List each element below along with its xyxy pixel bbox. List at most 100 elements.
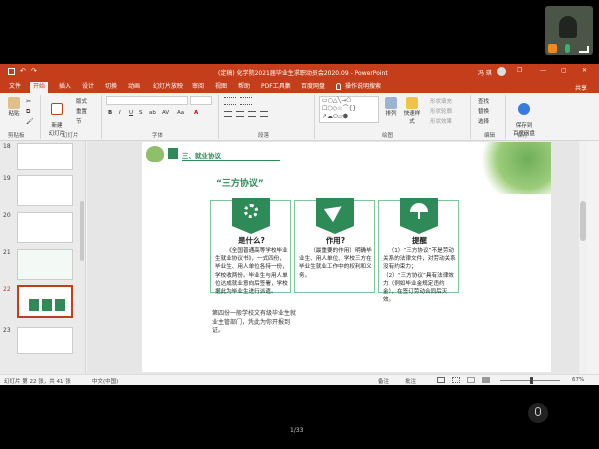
section-button[interactable]: 节	[76, 117, 82, 125]
notes-button[interactable]: 备注	[378, 377, 389, 385]
arrange-button[interactable]: 排列	[384, 97, 398, 117]
align-center-button[interactable]	[236, 111, 244, 117]
powerpoint-window: ↶ ↷ (定稿) 化学院2021届毕业生求职动员会2020.09 - Power…	[0, 64, 599, 385]
language-indicator[interactable]: 中文(中国)	[92, 377, 118, 385]
mic-icon[interactable]	[565, 44, 570, 53]
cut-icon[interactable]: ✂	[26, 98, 31, 105]
copy-icon[interactable]: ⧉	[26, 108, 30, 116]
slide-thumbnail[interactable]	[17, 175, 73, 206]
undo-icon[interactable]: ↶	[20, 67, 26, 75]
font-size-select[interactable]	[190, 96, 212, 105]
comments-button[interactable]: 批注	[405, 377, 416, 385]
tab-transitions[interactable]: 切换	[102, 82, 120, 93]
tell-me-search[interactable]: 操作说明搜索	[342, 82, 384, 93]
paste-button[interactable]: 粘贴	[6, 97, 22, 117]
thumb-number: 23	[3, 327, 11, 334]
shape-outline-button[interactable]: 形状轮廓	[430, 107, 452, 115]
tab-home[interactable]: 开始	[30, 82, 49, 93]
flower-decoration	[146, 146, 164, 162]
clipboard-group-label: 剪贴板	[8, 133, 25, 139]
zoom-slider-thumb[interactable]	[530, 377, 533, 384]
shapes-gallery[interactable]: ▭○△╲→⬠ ☐⬡◇☆⌒{} ↗☁⬭▱⬢	[319, 96, 379, 123]
slide-22[interactable]: 三、就业协议 “三方协议” 是什么? 《全国普通高等学校毕业生就业协议书》，一式…	[142, 142, 551, 372]
shape-fill-button[interactable]: 形状填充	[430, 97, 452, 105]
redo-icon[interactable]: ↷	[31, 67, 37, 75]
tab-insert[interactable]: 插入	[56, 82, 74, 93]
char-spacing-button[interactable]: AV	[162, 110, 169, 116]
tab-help[interactable]: 帮助	[235, 82, 253, 93]
tab-slideshow[interactable]: 幻灯片放映	[150, 82, 186, 93]
card-body: （最重要的作用）明确毕业生、用人单位、学校三方在毕业生就业工作中的权利和义务。	[299, 248, 372, 279]
slide-thumbnail-selected[interactable]	[17, 285, 73, 318]
layout-button[interactable]: 版式	[76, 97, 87, 105]
strikethrough-button[interactable]: S	[139, 110, 143, 116]
tab-view[interactable]: 视图	[212, 82, 230, 93]
bullets-button[interactable]	[224, 97, 236, 105]
mic-status-icon[interactable]	[548, 44, 557, 53]
tab-file[interactable]: 文件	[6, 82, 24, 93]
slide-thumbnail[interactable]	[17, 249, 73, 280]
zoom-level[interactable]: 67%	[572, 377, 584, 383]
underline-button[interactable]: U	[129, 110, 133, 116]
vertical-scrollbar[interactable]	[579, 141, 587, 374]
align-left-button[interactable]	[224, 111, 232, 117]
drawing-group-label: 绘图	[382, 133, 394, 139]
scroll-thumb[interactable]	[580, 201, 586, 241]
numbering-button[interactable]	[240, 97, 252, 105]
format-painter-icon[interactable]: 🖌	[26, 118, 34, 125]
quick-styles-icon	[406, 97, 418, 109]
webcam-preview[interactable]	[545, 6, 593, 55]
close-button[interactable]: ✕	[582, 67, 587, 74]
justify-button[interactable]	[260, 111, 268, 117]
paste-icon	[8, 97, 20, 109]
paste-label: 粘贴	[8, 111, 20, 117]
avatar[interactable]	[497, 67, 506, 76]
slide-thumbnail[interactable]	[17, 143, 73, 170]
window-title: (定稿) 化学院2021届毕业生求职动员会2020.09 - PowerPoin…	[218, 70, 388, 77]
quick-styles-button[interactable]: 快速样式	[402, 97, 422, 125]
italic-button[interactable]: I	[119, 110, 121, 116]
bold-button[interactable]: B	[108, 110, 112, 116]
tab-design[interactable]: 设计	[79, 82, 97, 93]
font-name-select[interactable]	[106, 96, 188, 105]
minimize-button[interactable]: —	[540, 67, 546, 74]
shape-effects-button[interactable]: 形状效果	[430, 117, 452, 125]
select-button[interactable]: 选择	[478, 117, 489, 125]
share-button[interactable]: 共享	[575, 83, 587, 92]
change-case-button[interactable]: Aa	[177, 110, 184, 116]
microphone-muted-icon	[535, 407, 541, 416]
thumb-card	[55, 299, 65, 311]
paper-plane-icon	[323, 199, 347, 223]
sorter-view-icon[interactable]	[452, 377, 460, 383]
save-icon[interactable]	[8, 68, 15, 75]
tab-review[interactable]: 审阅	[189, 82, 207, 93]
tab-animations[interactable]: 动画	[125, 82, 143, 93]
reset-button[interactable]: 重置	[76, 107, 87, 115]
thumbnail-scrollbar[interactable]	[80, 201, 84, 261]
normal-view-icon[interactable]	[437, 377, 445, 383]
thumb-number: 20	[3, 212, 11, 219]
slide-thumbnail-pane: 18 19 20 21 22 23	[0, 141, 86, 374]
mute-button[interactable]	[528, 403, 548, 423]
slide-thumbnail[interactable]	[17, 212, 73, 243]
thumb-number: 19	[3, 175, 11, 182]
status-bar: 幻灯片 第 22 张，共 41 张 中文(中国) 备注 批注 67%	[0, 374, 599, 385]
new-slide-icon	[51, 103, 63, 115]
replace-button[interactable]: 替换	[478, 107, 489, 115]
tab-baidu-netdisk[interactable]: 百度网盘	[298, 82, 328, 93]
user-name[interactable]: 冯 琪	[478, 68, 492, 77]
maximize-button[interactable]: ▢	[561, 67, 567, 74]
card-body: 《全国普通高等学校毕业生就业协议书》，一式四份，毕业生、用人单位各持一份，学校收…	[215, 248, 288, 296]
slide-thumbnail[interactable]	[17, 327, 73, 354]
badge	[316, 198, 354, 234]
lightbulb-icon	[336, 83, 341, 90]
slideshow-view-icon[interactable]	[482, 377, 490, 383]
reading-view-icon[interactable]	[467, 377, 475, 383]
tab-pdf-tools[interactable]: PDF工具集	[258, 82, 294, 93]
align-right-button[interactable]	[248, 111, 256, 117]
ribbon-display-button[interactable]: ❐	[517, 67, 522, 74]
find-button[interactable]: 查找	[478, 97, 489, 105]
shadow-button[interactable]: ab	[149, 110, 156, 116]
slide-heading: “三方协议”	[216, 179, 264, 189]
font-color-button[interactable]: A	[194, 110, 198, 116]
